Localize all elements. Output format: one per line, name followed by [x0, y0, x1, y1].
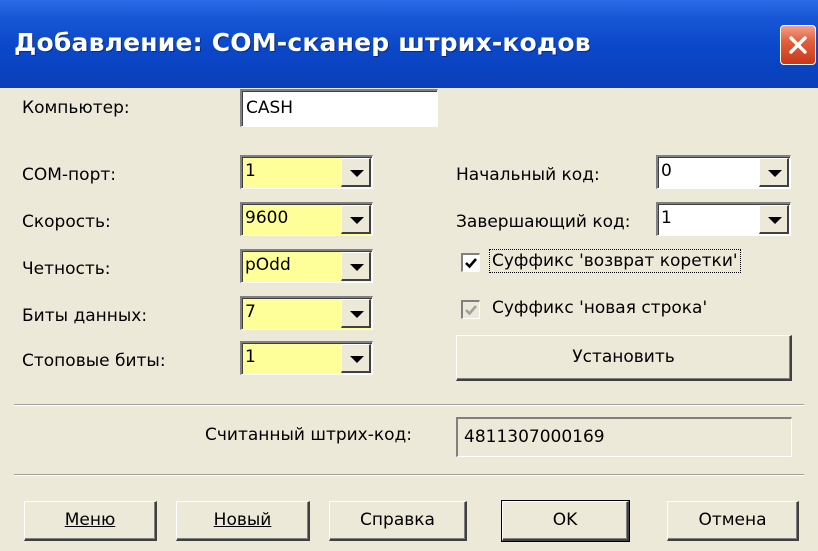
- scanned-label: Считанный штрих-код:: [205, 425, 413, 445]
- end-code-select[interactable]: 1: [656, 202, 791, 236]
- com-port-label: COM-порт:: [22, 165, 116, 185]
- chevron-down-icon[interactable]: [759, 158, 789, 187]
- chevron-down-icon[interactable]: [341, 344, 371, 373]
- speed-select[interactable]: 9600: [240, 202, 373, 236]
- com-port-select[interactable]: 1: [240, 155, 373, 189]
- parity-select[interactable]: pOdd: [240, 249, 373, 283]
- parity-value: pOdd: [245, 255, 291, 275]
- new-button-label: Новый: [213, 510, 272, 530]
- stop-bits-label: Стоповые биты:: [22, 351, 166, 371]
- stop-bits-value: 1: [245, 347, 256, 367]
- suffix-cr-label[interactable]: Суффикс 'возврат коретки': [489, 249, 741, 273]
- install-button[interactable]: Установить: [456, 335, 792, 381]
- chevron-down-icon[interactable]: [341, 252, 371, 281]
- parity-label: Четность:: [22, 259, 111, 279]
- com-port-value: 1: [245, 161, 256, 181]
- data-bits-label: Биты данных:: [22, 306, 148, 326]
- chevron-down-icon[interactable]: [341, 299, 371, 328]
- computer-input[interactable]: CASH: [240, 89, 438, 127]
- checkmark-icon: [465, 258, 477, 269]
- chevron-down-icon[interactable]: [759, 205, 789, 234]
- start-code-select[interactable]: 0: [656, 155, 791, 189]
- menu-button-label: Меню: [64, 510, 116, 530]
- menu-button[interactable]: Меню: [24, 501, 157, 541]
- close-icon: [789, 36, 807, 54]
- new-button[interactable]: Новый: [176, 501, 310, 541]
- checkmark-icon: [465, 305, 477, 316]
- divider: [14, 404, 804, 406]
- window-title: Добавление: COM-сканер штрих-кодов: [14, 28, 591, 57]
- start-code-label: Начальный код:: [456, 165, 600, 185]
- divider: [14, 474, 804, 476]
- cancel-button[interactable]: Отмена: [667, 501, 799, 541]
- data-bits-value: 7: [245, 302, 256, 322]
- ok-button[interactable]: OK: [501, 500, 630, 542]
- suffix-cr-checkbox[interactable]: [461, 253, 480, 272]
- help-button[interactable]: Справка: [329, 501, 467, 541]
- title-bar: Добавление: COM-сканер штрих-кодов: [0, 0, 818, 88]
- end-code-value: 1: [661, 208, 672, 228]
- suffix-lf-checkbox[interactable]: [461, 300, 480, 319]
- speed-label: Скорость:: [22, 212, 111, 232]
- close-button[interactable]: [780, 25, 816, 65]
- speed-value: 9600: [245, 208, 289, 228]
- computer-label: Компьютер:: [22, 98, 130, 118]
- end-code-label: Завершающий код:: [456, 212, 631, 232]
- chevron-down-icon[interactable]: [341, 158, 371, 187]
- scanned-barcode-field: 4811307000169: [456, 417, 792, 457]
- start-code-value: 0: [661, 161, 672, 181]
- chevron-down-icon[interactable]: [341, 205, 371, 234]
- data-bits-select[interactable]: 7: [240, 296, 373, 330]
- stop-bits-select[interactable]: 1: [240, 341, 373, 375]
- suffix-lf-label: Суффикс 'новая строка': [492, 298, 708, 318]
